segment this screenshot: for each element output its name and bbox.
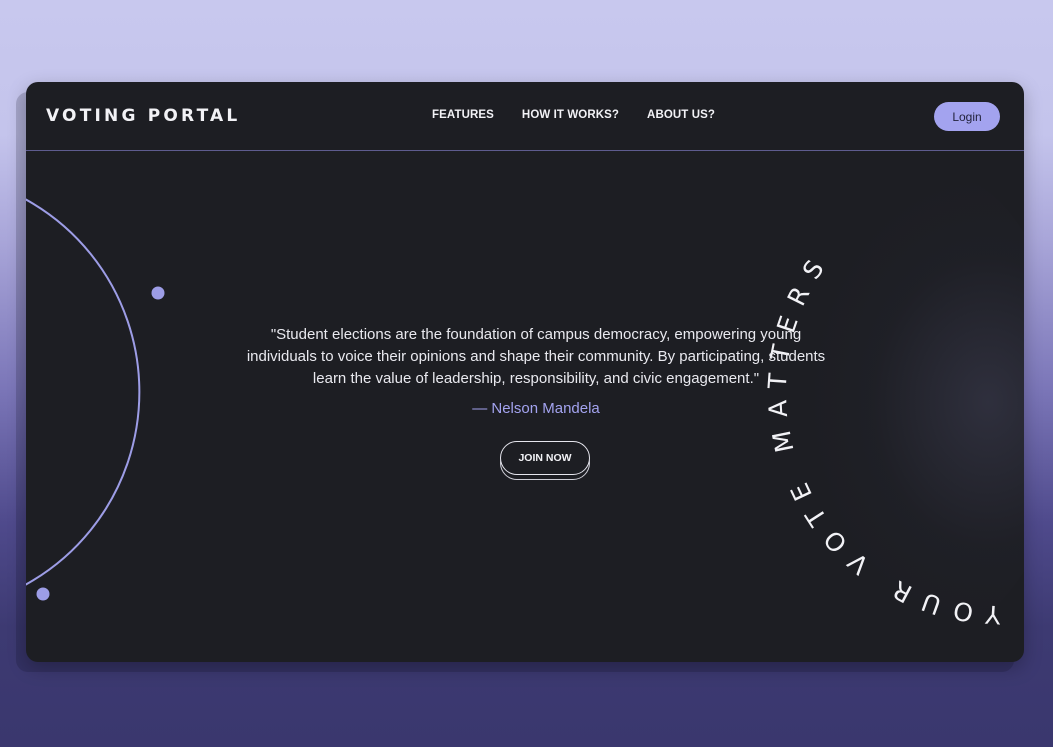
quote-author: — Nelson Mandela xyxy=(472,400,600,417)
quote-line-3: learn the value of leadership, responsib… xyxy=(312,370,760,387)
join-now-wrapper: JOIN NOW xyxy=(500,441,590,480)
your-vote-matters-text: YOUR VOTE MATTERS xyxy=(763,245,1003,630)
hero-quote: "Student elections are the foundation of… xyxy=(216,324,856,390)
your-vote-matters-label: YOUR VOTE MATTERS xyxy=(763,245,990,630)
main-window: VOTING PORTAL FEATURES HOW IT WORKS? ABO… xyxy=(26,82,1024,662)
quote-line-2: individuals to voice their opinions and … xyxy=(246,348,826,365)
join-now-button[interactable]: JOIN NOW xyxy=(500,441,590,475)
quote-line-1: "Student elections are the foundation of… xyxy=(270,326,802,343)
